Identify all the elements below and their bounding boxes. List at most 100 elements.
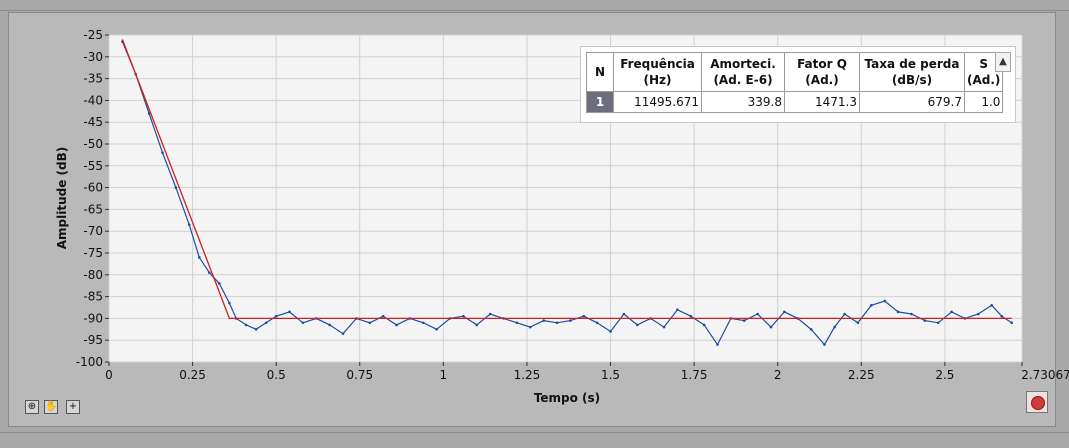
series-point [264, 321, 268, 325]
table-header-cell: N [586, 52, 614, 92]
x-tick-label: 0 [105, 368, 113, 382]
series-point [1010, 321, 1014, 325]
x-tick-label: 2.5 [935, 368, 954, 382]
y-tick-label: -25 [83, 28, 103, 42]
table-cell: 1.0 [963, 91, 1004, 113]
y-tick-label: -100 [76, 355, 103, 369]
series-point [475, 323, 479, 327]
y-tick-label: -85 [83, 290, 103, 304]
x-tick-label: 0.75 [346, 368, 373, 382]
y-tick-label: -75 [83, 246, 103, 260]
series-point [288, 310, 291, 314]
series-point [689, 314, 693, 318]
x-tick-label: 1 [440, 368, 448, 382]
series-point [910, 312, 913, 316]
series-point [555, 321, 559, 325]
series-point [769, 325, 773, 329]
table-header-cell: Frequência (Hz) [613, 52, 702, 92]
y-tick-label: -40 [83, 93, 103, 107]
series-point [990, 304, 993, 307]
series-point [244, 323, 248, 327]
series-point [341, 332, 345, 335]
table-cell: 11495.671 [613, 91, 702, 113]
x-tick-label: 2 [774, 368, 782, 382]
series-point [218, 282, 221, 285]
series-point [833, 325, 836, 329]
table-cell: 339.8 [701, 91, 785, 113]
y-tick-label: -65 [83, 202, 103, 216]
series-point [896, 310, 900, 314]
x-tick-label: 0.25 [179, 368, 206, 382]
zoom-icon[interactable]: ⊕ [25, 400, 39, 414]
series-point [161, 151, 164, 155]
series-point [742, 319, 746, 322]
table-row[interactable]: 1 11495.671 339.8 1471.3 679.7 1.0 [586, 91, 1004, 113]
x-tick-label: 2.25 [848, 368, 875, 382]
y-tick-label: -80 [83, 268, 103, 282]
series-point [421, 321, 425, 325]
x-axis-title: Tempo (s) [534, 391, 600, 405]
series-point [783, 310, 786, 314]
series-point [368, 321, 372, 325]
y-tick-label: -50 [83, 137, 103, 151]
series-point [462, 314, 465, 318]
table-cell: 1471.3 [784, 91, 860, 113]
series-point [883, 299, 886, 303]
series-point [823, 343, 826, 346]
series-point [582, 314, 586, 318]
series-point [301, 321, 305, 325]
results-table: N Frequência (Hz) Amorteci. (Ad. E-6) Fator Q… [580, 46, 1016, 123]
series-point [254, 328, 258, 331]
series-point [870, 304, 873, 307]
series-point [950, 310, 953, 314]
x-tick-label: 1.5 [601, 368, 620, 382]
table-header-cell: Taxa de perda (dB/s) [859, 52, 965, 92]
series-point [328, 323, 331, 327]
series-point [274, 314, 278, 318]
series-point [515, 321, 519, 325]
series-point [923, 319, 927, 322]
y-tick-label: -45 [83, 115, 103, 129]
series-point [187, 223, 191, 226]
series-point [756, 312, 759, 316]
series-point [381, 314, 385, 318]
table-header-row: N Frequência (Hz) Amorteci. (Ad. E-6) Fator Q… [586, 52, 1004, 92]
y-axis-title: Amplitude (dB) [55, 147, 69, 250]
x-tick-label: 1.25 [514, 368, 541, 382]
results-grid: N Frequência (Hz) Amorteci. (Ad. E-6) Fator Q… [586, 52, 1004, 113]
series-point [702, 323, 706, 327]
series-point [977, 312, 980, 316]
series-point [622, 312, 626, 316]
series-point [843, 312, 846, 316]
y-tick-label: -70 [83, 224, 103, 238]
y-tick-label: -30 [83, 50, 103, 64]
x-tick-label: 1.75 [681, 368, 708, 382]
series-point [528, 325, 532, 329]
y-tick-label: -95 [83, 333, 103, 347]
hand-pan-icon[interactable]: ✋ [44, 400, 58, 414]
series-point [1000, 314, 1004, 318]
x-tick-label: 2.73067 [1021, 368, 1069, 382]
export-image-icon[interactable] [1026, 391, 1048, 413]
series-point [197, 256, 201, 259]
series-point [716, 343, 719, 346]
series-point [542, 319, 545, 322]
table-header-cell: Fator Q (Ad.) [784, 52, 860, 92]
series-point [635, 323, 639, 327]
series-point [676, 308, 679, 311]
series-point [662, 325, 666, 329]
x-tick-label: 0.5 [267, 368, 286, 382]
series-point [609, 330, 612, 333]
table-scroll-up-button[interactable]: ▲ [995, 52, 1011, 72]
series-point [569, 319, 572, 322]
series-point [228, 301, 231, 305]
series-point [856, 321, 860, 325]
series-point [174, 186, 178, 189]
series-point [395, 323, 398, 327]
table-body: 1 11495.671 339.8 1471.3 679.7 1.0 [586, 91, 1004, 113]
table-header-cell: Amorteci. (Ad. E-6) [701, 52, 785, 92]
crosshair-icon[interactable]: + [66, 400, 80, 414]
series-point [809, 328, 813, 331]
y-tick-label: -90 [83, 311, 103, 325]
table-cell: 679.7 [859, 91, 965, 113]
